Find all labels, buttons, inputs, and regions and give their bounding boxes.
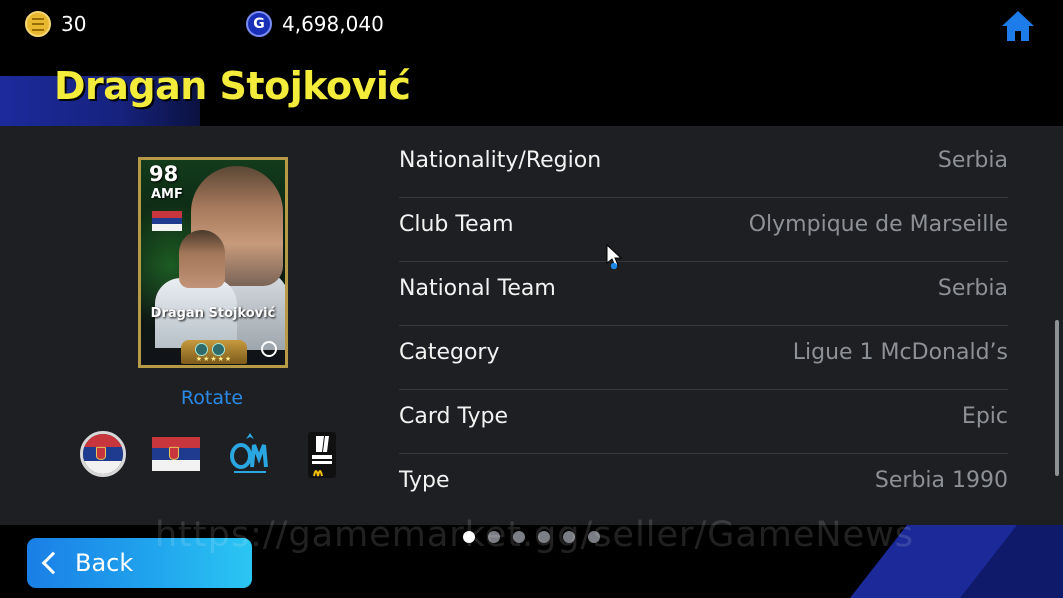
card-position: AMF — [151, 187, 183, 202]
mouse-cursor-icon — [606, 244, 623, 270]
gp-icon: G — [246, 11, 272, 37]
info-row-label: Club Team — [399, 212, 514, 237]
efootball-coin-icon — [25, 11, 51, 37]
info-row: Type Serbia 1990 — [399, 454, 1008, 517]
page-dot[interactable] — [538, 531, 550, 543]
card-player-name: Dragan Stojković — [150, 306, 276, 321]
olympique-de-marseille-logo — [230, 433, 268, 473]
page-indicator — [463, 531, 600, 543]
player-info-list: Nationality/Region Serbia Club Team Olympiq… — [399, 134, 1008, 517]
info-row-value: Serbia — [937, 148, 1008, 173]
card-rating: 98 — [149, 162, 179, 186]
serbia-round-flag-icon — [80, 431, 126, 477]
ligue-1-mcdonalds-logo — [308, 432, 336, 478]
info-row-label: Card Type — [399, 404, 508, 429]
info-row-value: Serbia — [937, 276, 1008, 301]
info-row: National Team Serbia — [399, 262, 1008, 326]
home-icon[interactable] — [1000, 9, 1036, 43]
info-scrollbar[interactable] — [1055, 320, 1059, 476]
info-row: Club Team Olympique de Marseille — [399, 198, 1008, 262]
info-row-label: National Team — [399, 276, 556, 301]
info-row-value: Olympique de Marseille — [748, 212, 1008, 237]
info-row: Nationality/Region Serbia — [399, 134, 1008, 198]
back-button[interactable]: Back — [27, 538, 252, 588]
card-flag-icon — [152, 211, 182, 231]
info-row-value: Ligue 1 McDonald’s — [792, 340, 1008, 365]
card-stars: ★★★★★ — [195, 355, 233, 363]
page-dot[interactable] — [463, 531, 475, 543]
info-row: Card Type Epic — [399, 390, 1008, 454]
gp-balance: G 4,698,040 — [246, 9, 384, 39]
chevron-left-icon — [41, 551, 65, 575]
info-row-label: Category — [399, 340, 500, 365]
player-card[interactable]: 98 AMF Dragan Stojković ★★★★★ — [138, 157, 288, 368]
page-dot[interactable] — [563, 531, 575, 543]
card-player-portrait-small — [179, 230, 225, 288]
serbia-flag-icon — [152, 437, 200, 471]
player-name-title: Dragan Stojković — [54, 64, 411, 108]
info-row-value: Serbia 1990 — [874, 468, 1008, 493]
coin-amount: 30 — [61, 12, 87, 36]
page-dot[interactable] — [513, 531, 525, 543]
page-dot[interactable] — [588, 531, 600, 543]
page-dot[interactable] — [488, 531, 500, 543]
info-row-label: Type — [399, 468, 450, 493]
info-row: Category Ligue 1 McDonald’s — [399, 326, 1008, 390]
player-name-banner: Dragan Stojković — [0, 50, 1063, 126]
top-bar: 30 G 4,698,040 — [0, 0, 1063, 50]
rotate-button[interactable]: Rotate — [162, 387, 262, 409]
info-row-label: Nationality/Region — [399, 148, 602, 173]
card-rarity-badge: ★★★★★ — [181, 340, 247, 364]
efootball-logo-icon — [261, 341, 277, 357]
coin-balance: 30 — [25, 9, 86, 39]
info-row-value: Epic — [961, 404, 1008, 429]
back-button-label: Back — [75, 549, 134, 577]
gp-amount: 4,698,040 — [282, 12, 384, 36]
